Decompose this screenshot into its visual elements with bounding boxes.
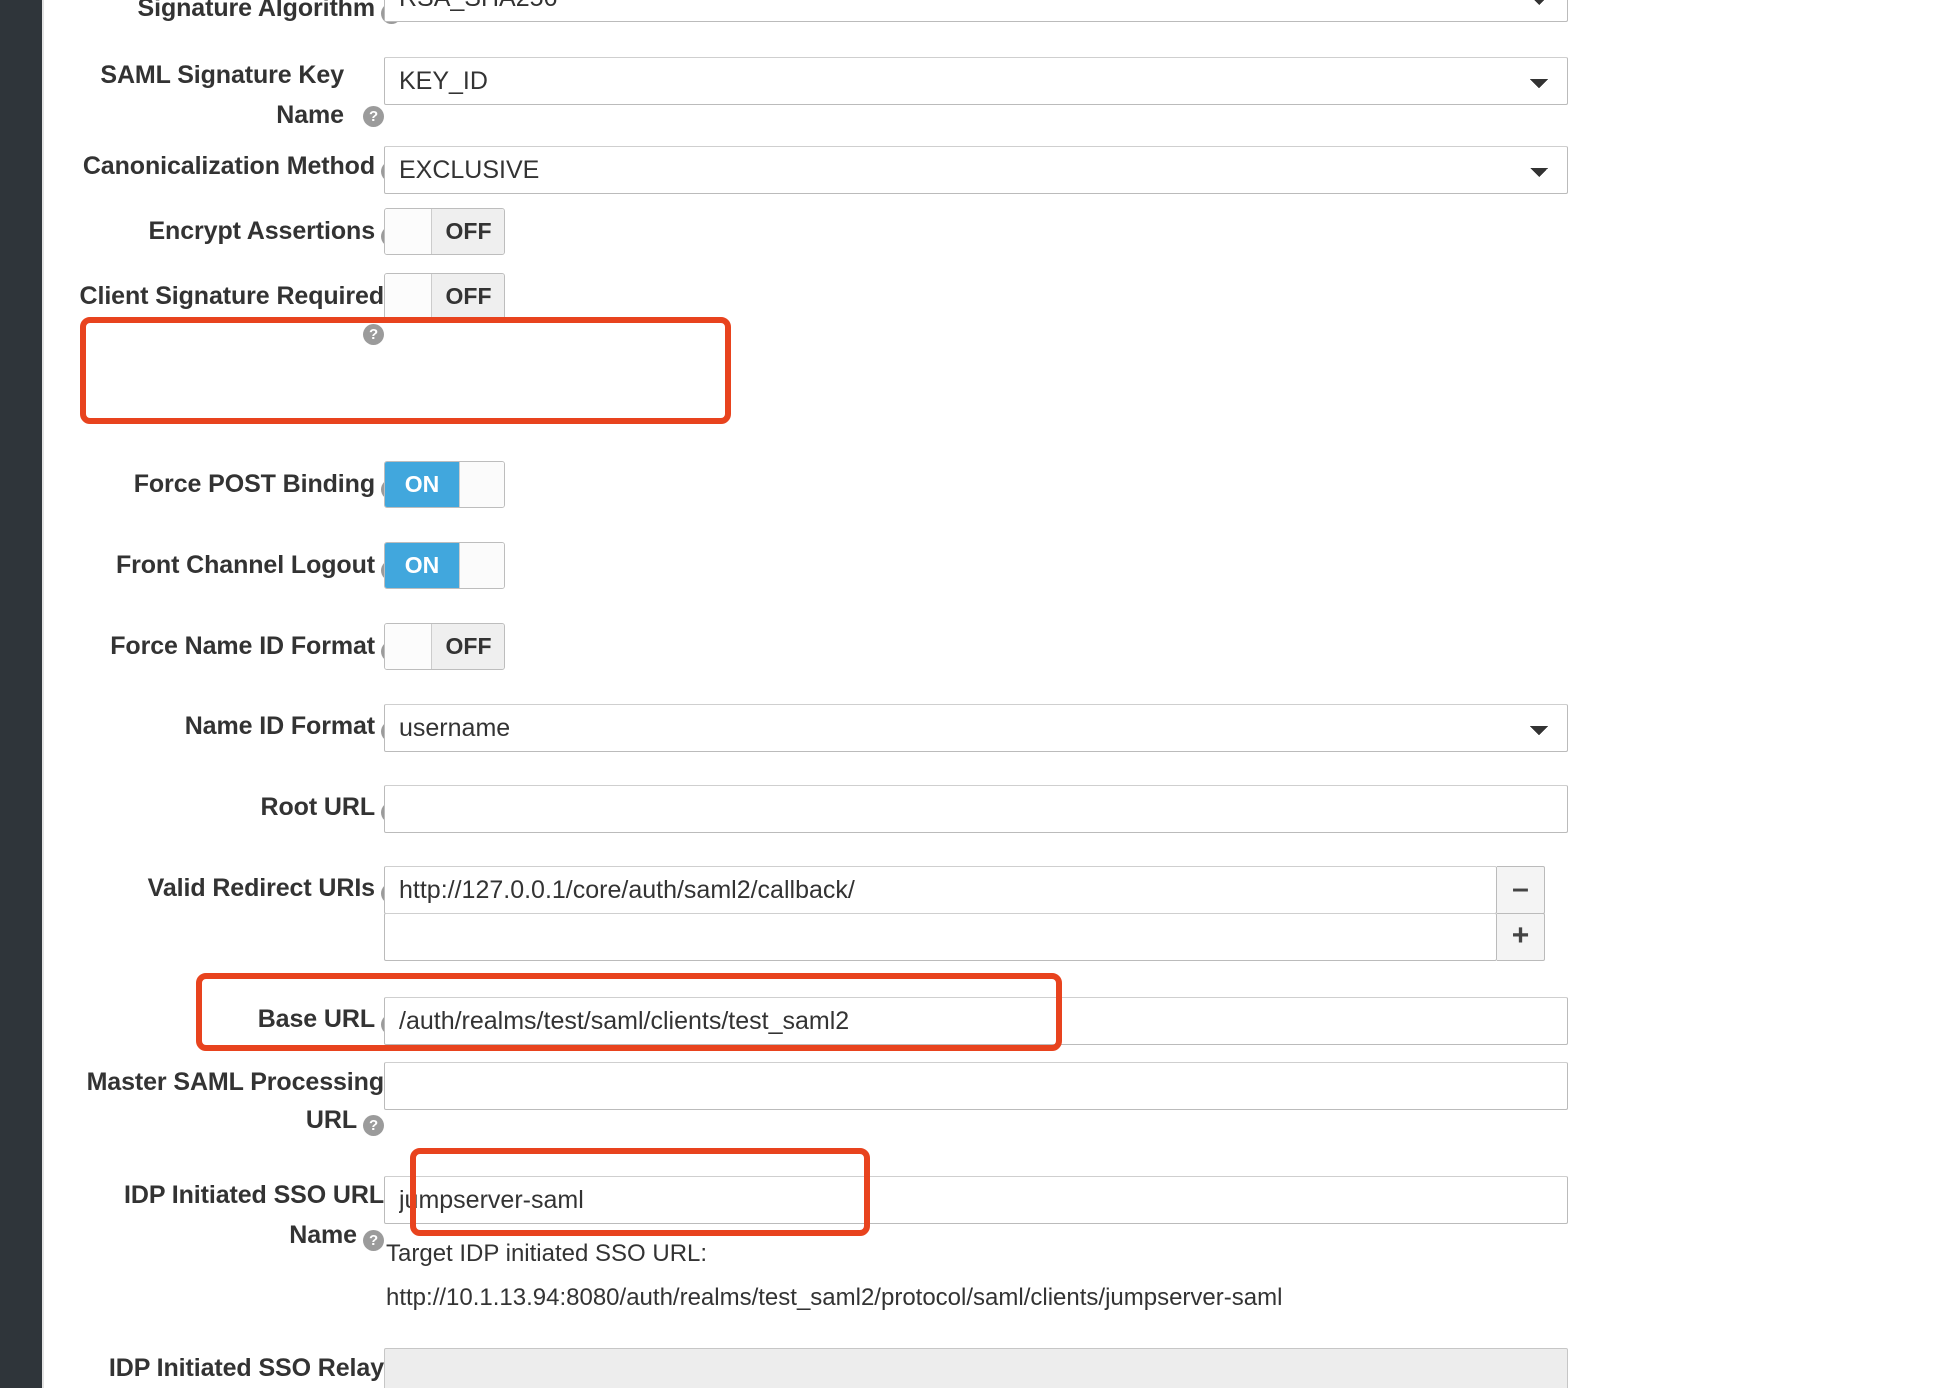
help-icon[interactable]: ? [363,1230,384,1251]
input-valid-redirect-uri-1[interactable] [384,866,1497,914]
input-idp-initiated-sso-relay[interactable] [384,1348,1568,1388]
input-valid-redirect-uri-2[interactable] [384,913,1497,961]
toggle-force-name-id-format[interactable]: OFF [384,623,505,670]
toggle-handle [385,209,432,254]
label-text: Client Signature Required [80,282,384,310]
label-text: IDP Initiated SSO Relay [109,1354,384,1382]
label-saml-signature-key-name-help: ? [44,91,384,131]
label-text: Name ID Format [185,712,375,740]
label-text: URL [306,1106,357,1134]
uri-row-1: – [384,866,1942,914]
label-root-url: Root URL? [44,787,402,827]
toggle-handle [385,624,432,669]
label-front-channel-logout: Front Channel Logout? [44,545,402,585]
toggle-handle [459,462,504,507]
help-icon[interactable]: ? [363,324,384,345]
add-uri-button[interactable]: + [1497,913,1545,961]
remove-uri-button[interactable]: – [1497,866,1545,914]
input-base-url[interactable] [384,997,1568,1045]
label-signature-algorithm: Signature Algorithm? [44,0,402,28]
input-root-url[interactable] [384,785,1568,833]
select-canonicalization-method[interactable]: EXCLUSIVE [384,146,1568,194]
input-idp-initiated-sso-url-name[interactable] [384,1176,1568,1224]
toggle-state-label: OFF [432,209,505,254]
label-text: Name [289,1221,357,1249]
help-icon[interactable]: ? [363,1115,384,1136]
toggle-state-label: OFF [432,624,505,669]
label-valid-redirect-uris: Valid Redirect URIs? [44,868,402,908]
label-master-saml-processing-url-line1: Master SAML Processing [44,1062,384,1102]
label-idp-initiated-sso-relay: IDP Initiated SSO Relay [44,1348,384,1388]
label-text: Valid Redirect URIs [148,874,375,902]
toggle-front-channel-logout[interactable]: ON [384,542,505,589]
saml-settings-form: Signature Algorithm? RSA_SHA256 SAML Sig… [44,0,1942,1388]
hint-target-sso-url-value: http://10.1.13.94:8080/auth/realms/test_… [386,1276,1282,1320]
toggle-handle [459,543,504,588]
uri-row-2: + [384,913,1942,961]
toggle-state-label: ON [385,543,459,588]
label-text: Root URL [261,793,375,821]
select-name-id-format[interactable]: username [384,704,1568,752]
label-client-signature-required-help: ? [44,309,384,349]
select-signature-algorithm[interactable]: RSA_SHA256 [384,0,1568,22]
label-text: Force POST Binding [134,470,375,498]
label-idp-initiated-sso-url-line2: Name? [44,1215,384,1255]
label-force-post-binding: Force POST Binding? [44,464,402,504]
label-text: Base URL [258,1005,375,1033]
saml-client-settings-page: Signature Algorithm? RSA_SHA256 SAML Sig… [0,0,1942,1388]
toggle-state-label: OFF [432,274,505,319]
sidebar-rail [0,0,42,1388]
label-canonicalization-method: Canonicalization Method? [44,146,402,186]
label-text: Front Channel Logout [116,551,375,579]
label-force-name-id-format: Force Name ID Format? [44,626,402,666]
toggle-state-label: ON [385,462,459,507]
row-valid-redirect-uris: Valid Redirect URIs? – + [44,868,1904,963]
toggle-encrypt-assertions[interactable]: OFF [384,208,505,255]
label-text: Encrypt Assertions [148,217,375,245]
toggle-client-signature-required[interactable]: OFF [384,273,505,320]
hint-target-sso-url-label: Target IDP initiated SSO URL: [386,1232,707,1276]
label-encrypt-assertions: Encrypt Assertions? [44,211,402,251]
toggle-handle [385,274,432,319]
toggle-force-post-binding[interactable]: ON [384,461,505,508]
input-master-saml-processing-url[interactable] [384,1062,1568,1110]
label-text: Master SAML Processing [87,1068,384,1096]
label-name-id-format: Name ID Format? [44,706,402,746]
label-text: Canonicalization Method [83,152,375,180]
label-text: Signature Algorithm [138,0,375,22]
label-text: IDP Initiated SSO URL [124,1181,384,1209]
label-base-url: Base URL? [44,999,402,1039]
select-saml-signature-key-name[interactable]: KEY_ID [384,57,1568,105]
help-icon[interactable]: ? [363,106,384,127]
label-text: Force Name ID Format [110,632,375,660]
label-master-saml-processing-url-line2: URL? [44,1100,384,1140]
label-idp-initiated-sso-url-line1: IDP Initiated SSO URL [44,1175,384,1215]
